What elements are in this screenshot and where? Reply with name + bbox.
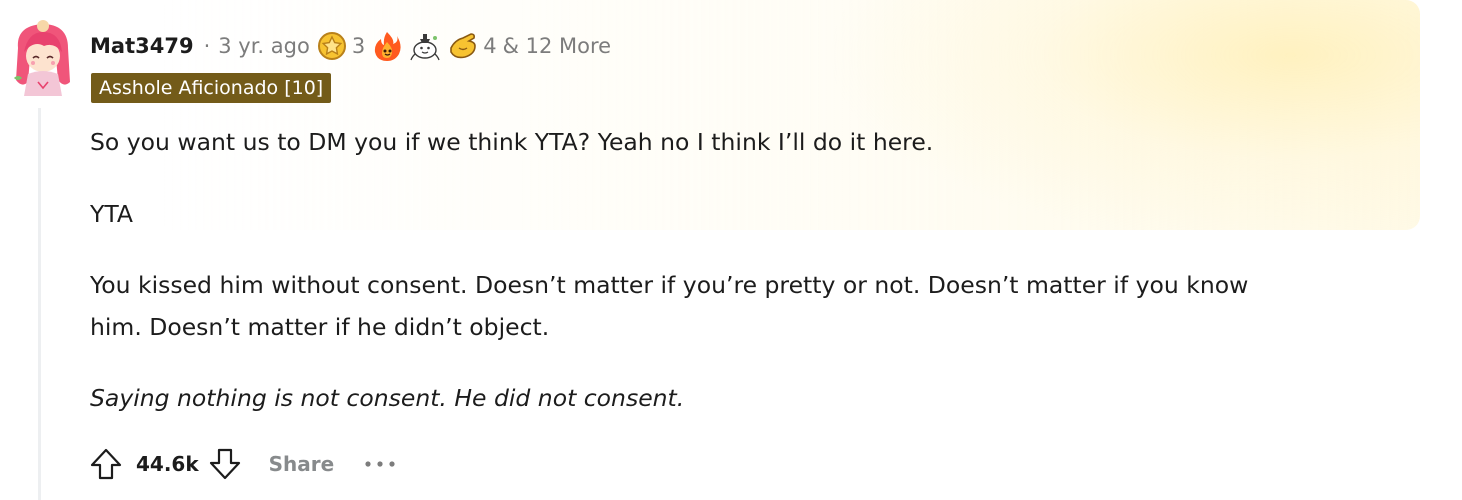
comment-paragraph: Saying nothing is not consent. He did no… [90,384,685,412]
upvote-icon[interactable] [86,444,126,484]
award-count: 4 [483,34,497,58]
meta-separator: · [203,34,211,58]
gold-star-award-icon[interactable] [316,30,348,62]
more-awards-link[interactable]: & 12 More [503,34,612,58]
share-button[interactable]: Share [269,452,335,476]
wholesome-seal-award-icon[interactable] [409,30,441,62]
downvote-icon[interactable] [205,444,245,484]
comment-paragraph: YTA [90,200,133,228]
comment-meta: Mat3479 · 3 yr. ago 3 4 & 12 More [90,31,611,61]
comment-actions: 44.6k Share [86,444,398,484]
more-options-icon[interactable] [362,454,398,474]
thread-collapse-line[interactable] [38,108,41,500]
comment-paragraph: him. Doesn’t matter if he didn’t object. [90,313,550,341]
award-count: 3 [351,34,366,58]
pointing-hand-award-icon[interactable] [447,30,479,62]
username-link[interactable]: Mat3479 [90,34,194,58]
timestamp[interactable]: 3 yr. ago [218,34,310,58]
comment-paragraph: You kissed him without consent. Doesn’t … [90,271,1249,299]
user-flair: Asshole Aficionado [10] [91,73,332,103]
avatar[interactable] [8,18,78,98]
comment-paragraph: So you want us to DM you if we think YTA… [90,128,934,156]
vote-score: 44.6k [136,452,199,476]
fire-award-icon[interactable] [371,30,403,62]
